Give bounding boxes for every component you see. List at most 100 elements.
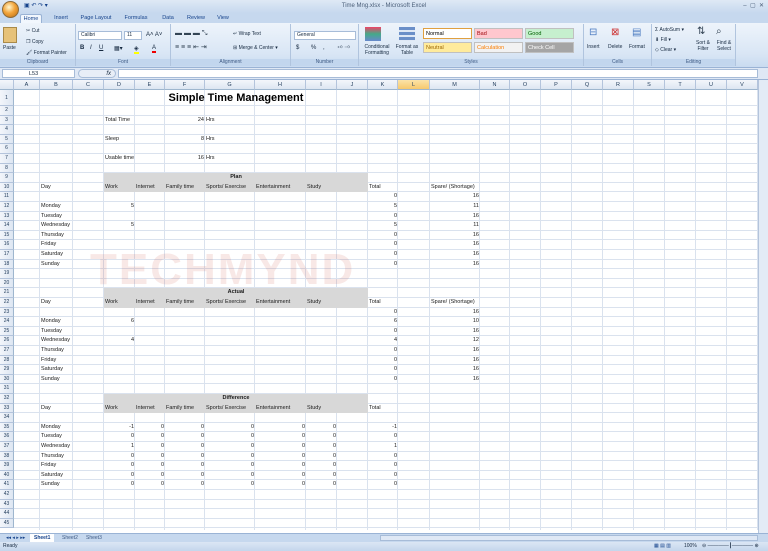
column-header-B[interactable]: B <box>40 80 73 90</box>
number-format-select[interactable]: General <box>294 31 356 40</box>
cell-style-normal[interactable]: Normal <box>423 28 472 39</box>
row-header[interactable]: 20 <box>0 278 14 289</box>
row-header[interactable]: 21 <box>0 288 14 298</box>
row-header[interactable]: 9 <box>0 173 14 183</box>
column-header-R[interactable]: R <box>603 80 634 90</box>
zoom-slider[interactable]: ⊖ ──────┃────── ⊕ <box>702 542 759 551</box>
paste-button[interactable]: Paste <box>3 45 16 51</box>
tab-review[interactable]: Review <box>184 14 208 23</box>
sheet-tab-sheet3[interactable]: Sheet3 <box>82 534 106 542</box>
wrap-text-button[interactable]: ↵ Wrap Text <box>233 31 261 37</box>
cell-style-good[interactable]: Good <box>525 28 574 39</box>
row-header[interactable]: 45 <box>0 518 14 529</box>
column-header-I[interactable]: I <box>306 80 337 90</box>
row-header[interactable]: 2 <box>0 106 14 116</box>
row-header[interactable]: 34 <box>0 413 14 423</box>
tab-formulas[interactable]: Formulas <box>120 14 152 23</box>
row-header[interactable]: 17 <box>0 250 14 260</box>
row-header[interactable]: 35 <box>0 422 14 433</box>
row-header[interactable]: 16 <box>0 240 14 250</box>
select-all-corner[interactable] <box>0 80 14 90</box>
row-header[interactable]: 25 <box>0 326 14 337</box>
row-header[interactable]: 43 <box>0 499 14 510</box>
row-header[interactable]: 7 <box>0 154 14 164</box>
office-button[interactable] <box>2 1 19 18</box>
row-header[interactable]: 8 <box>0 163 14 174</box>
cell-style-calculation[interactable]: Calculation <box>474 42 523 53</box>
column-header-L[interactable]: L <box>398 80 430 90</box>
row-header[interactable]: 19 <box>0 269 14 279</box>
row-header[interactable]: 39 <box>0 461 14 471</box>
insert-function-button[interactable]: fx <box>78 69 116 78</box>
row-header[interactable]: 41 <box>0 480 14 490</box>
worksheet-grid[interactable]: A B C D E F G H I J K L M N O P Q R S T U V 1 2 3 4 5 6 7 8 9 10 11 12 13 1… <box>0 80 758 530</box>
find-select-button[interactable]: Find & Select <box>713 40 735 52</box>
column-header-V[interactable]: V <box>727 80 758 90</box>
row-header[interactable]: 31 <box>0 384 14 394</box>
copy-button[interactable]: ❐ Copy <box>26 39 44 45</box>
column-header-T[interactable]: T <box>665 80 696 90</box>
merge-center-button[interactable]: ⊞ Merge & Center ▾ <box>233 45 278 51</box>
row-header[interactable]: 24 <box>0 317 14 327</box>
fill-color-button[interactable]: ◈ <box>134 45 139 54</box>
row-header[interactable]: 23 <box>0 307 14 318</box>
row-header[interactable]: 18 <box>0 259 14 270</box>
row-header[interactable]: 3 <box>0 115 14 126</box>
column-header-M[interactable]: M <box>430 80 480 90</box>
row-header[interactable]: 27 <box>0 346 14 356</box>
column-header-F[interactable]: F <box>165 80 205 90</box>
italic-button[interactable]: I <box>90 45 92 51</box>
format-painter-button[interactable]: 🖌 Format Painter <box>26 50 67 56</box>
column-header-U[interactable]: U <box>696 80 727 90</box>
row-header[interactable]: 33 <box>0 403 14 414</box>
underline-button[interactable]: U <box>99 45 103 51</box>
column-header-D[interactable]: D <box>104 80 135 90</box>
delete-button[interactable]: Delete <box>608 44 622 50</box>
row-header[interactable]: 14 <box>0 221 14 231</box>
currency-button[interactable]: $ <box>296 45 299 51</box>
row-header[interactable]: 32 <box>0 394 14 404</box>
view-buttons[interactable]: ▦ ▤ ▥ <box>654 542 671 551</box>
column-header-E[interactable]: E <box>135 80 165 90</box>
row-header[interactable]: 38 <box>0 451 14 462</box>
decimal-buttons[interactable]: ⁺⁰ ⁻⁰ <box>337 45 350 52</box>
column-header-N[interactable]: N <box>480 80 510 90</box>
borders-button[interactable]: ▦▾ <box>114 45 123 52</box>
sort-filter-button[interactable]: Sort & Filter <box>694 40 712 52</box>
cut-button[interactable]: ✂ Cut <box>26 28 39 34</box>
zoom-level[interactable]: 100% <box>684 542 697 551</box>
row-header[interactable]: 13 <box>0 211 14 222</box>
quick-access-toolbar[interactable]: ▣ ↶ ↷ ▾ <box>24 2 48 9</box>
sheet-tab-sheet1[interactable]: Sheet1 <box>30 534 55 542</box>
column-header-P[interactable]: P <box>541 80 572 90</box>
row-header[interactable]: 22 <box>0 298 14 308</box>
row-header[interactable]: 6 <box>0 144 14 154</box>
row-header[interactable]: 11 <box>0 192 14 202</box>
autosum-button[interactable]: Σ AutoSum ▾ <box>655 27 684 33</box>
column-header-O[interactable]: O <box>510 80 541 90</box>
cell-style-neutral[interactable]: Neutral <box>423 42 472 53</box>
column-header-G[interactable]: G <box>205 80 255 90</box>
row-header[interactable]: 15 <box>0 230 14 241</box>
vertical-scrollbar[interactable] <box>758 80 768 537</box>
cell-style-check-cell[interactable]: Check Cell <box>525 42 574 53</box>
row-header[interactable]: 40 <box>0 470 14 481</box>
horizontal-align-buttons[interactable]: ≡ ≡ ≡ ⇤ ⇥ <box>175 43 207 51</box>
vertical-align-buttons[interactable]: ▬ ▬ ▬ ⤡ <box>175 30 207 38</box>
tab-data[interactable]: Data <box>158 14 178 23</box>
formula-input[interactable] <box>118 69 758 78</box>
column-header-K[interactable]: K <box>368 80 398 90</box>
name-box[interactable]: L53 <box>2 69 75 78</box>
column-header-J[interactable]: J <box>337 80 368 90</box>
tab-insert[interactable]: Insert <box>48 14 74 23</box>
column-header-H[interactable]: H <box>255 80 306 90</box>
format-as-table-button[interactable]: Format as Table <box>394 44 420 56</box>
tab-view[interactable]: View <box>214 14 232 23</box>
window-controls[interactable]: – ▢ ✕ <box>743 2 764 9</box>
font-size-select[interactable]: 11 <box>124 31 142 40</box>
bold-button[interactable]: B <box>80 45 84 51</box>
conditional-formatting-button[interactable]: Conditional Formatting <box>361 44 393 56</box>
column-header-Q[interactable]: Q <box>572 80 603 90</box>
column-header-C[interactable]: C <box>73 80 104 90</box>
row-header[interactable]: 10 <box>0 182 14 193</box>
